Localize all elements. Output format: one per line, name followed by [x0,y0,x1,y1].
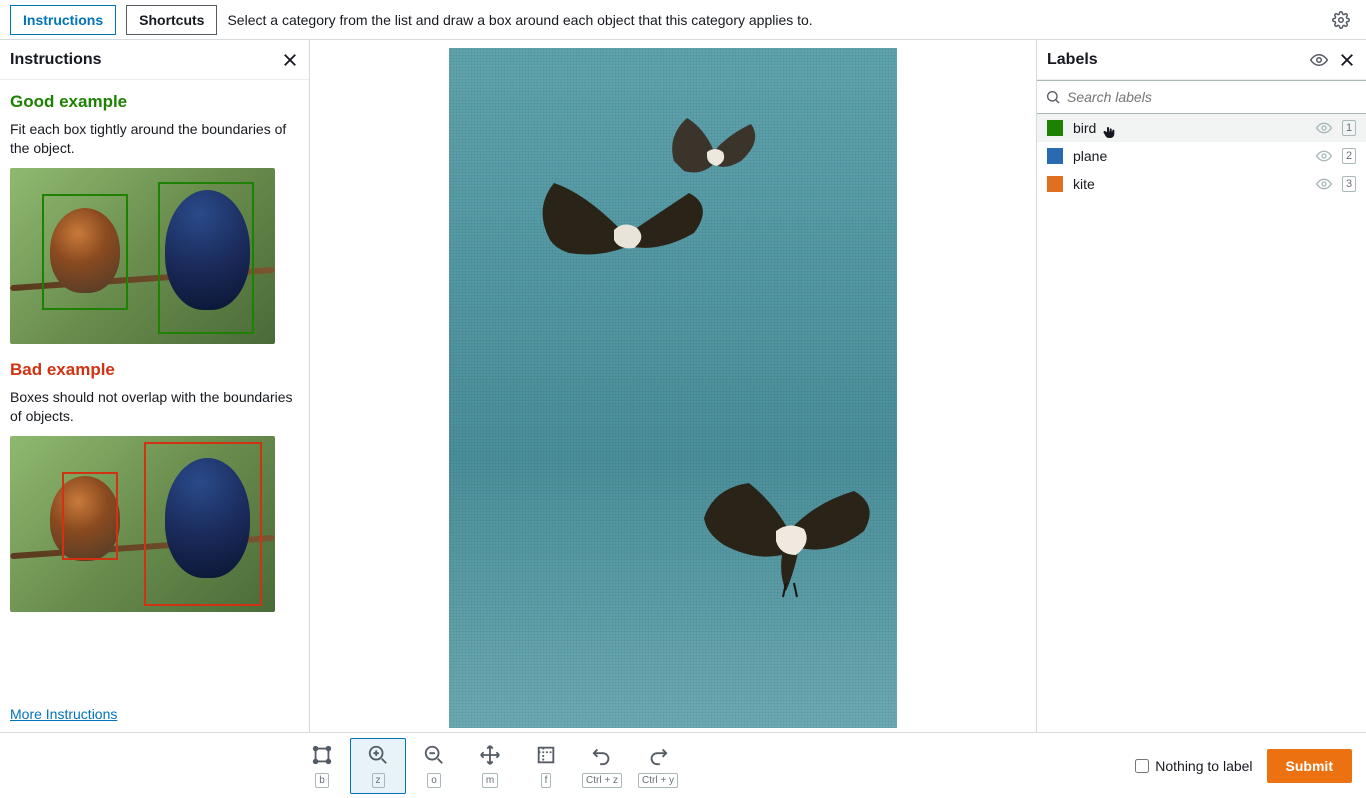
close-icon[interactable] [281,51,299,69]
box-tool[interactable]: b [294,738,350,794]
shortcut-key: 2 [1342,148,1356,164]
bottom-toolbar: b z o m f Ctrl + z Ctrl + y Nothing to label S… [0,732,1366,798]
task-image[interactable] [449,48,897,728]
shortcut-key: Ctrl + z [582,773,622,788]
label-name: plane [1073,148,1306,164]
more-instructions-link[interactable]: More Instructions [0,696,309,732]
redo-icon [647,744,669,769]
nothing-to-label-checkbox[interactable] [1135,759,1149,773]
shortcut-key: o [427,773,441,788]
label-search[interactable] [1037,80,1366,114]
nothing-to-label-text: Nothing to label [1155,758,1252,774]
shortcuts-tab[interactable]: Shortcuts [126,5,217,35]
fit-icon [535,744,557,769]
eye-icon[interactable] [1316,148,1332,164]
close-icon[interactable] [1338,51,1356,69]
main-area: Instructions Good example Fit each box t… [0,40,1366,732]
bad-example-image [10,436,275,612]
labels-list: bird1 plane 2 kite 3 [1037,114,1366,198]
move-icon [479,744,501,769]
submit-button[interactable]: Submit [1267,749,1352,783]
task-prompt: Select a category from the list and draw… [227,12,1322,28]
zoom-in-icon [367,744,389,769]
shortcut-key: b [315,773,329,788]
shortcut-key: Ctrl + y [638,773,678,788]
search-icon [1045,89,1061,105]
label-name: kite [1073,176,1306,192]
zoom-out-icon [423,744,445,769]
undo-tool[interactable]: Ctrl + z [574,738,630,794]
color-swatch [1047,120,1063,136]
color-swatch [1047,148,1063,164]
label-item-plane[interactable]: plane 2 [1037,142,1366,170]
redo-tool[interactable]: Ctrl + y [630,738,686,794]
tool-group: b z o m f Ctrl + z Ctrl + y [294,738,686,794]
undo-icon [591,744,613,769]
label-item-bird[interactable]: bird1 [1037,114,1366,142]
nothing-to-label[interactable]: Nothing to label [1135,758,1252,774]
instructions-panel-title: Instructions [10,51,102,69]
color-swatch [1047,176,1063,192]
zoom-in-tool[interactable]: z [350,738,406,794]
gear-icon[interactable] [1332,11,1350,29]
good-example-image [10,168,275,344]
good-example-text: Fit each box tightly around the boundari… [10,120,299,158]
eye-icon[interactable] [1316,176,1332,192]
bad-example-text: Boxes should not overlap with the bounda… [10,388,299,426]
fit-tool[interactable]: f [518,738,574,794]
labels-panel-title: Labels [1047,51,1300,69]
shortcut-key: z [372,773,385,788]
annotation-canvas[interactable] [310,40,1036,732]
labels-panel: Labels bird1 plane 2 kite 3 [1036,40,1366,732]
bird-in-image [659,106,769,196]
shortcut-key: 1 [1342,120,1356,136]
good-example-heading: Good example [10,92,299,112]
instructions-panel: Instructions Good example Fit each box t… [0,40,310,732]
label-search-input[interactable] [1067,89,1358,105]
instructions-tab[interactable]: Instructions [10,5,116,35]
eye-icon[interactable] [1316,120,1332,136]
move-tool[interactable]: m [462,738,518,794]
label-item-kite[interactable]: kite 3 [1037,170,1366,198]
zoom-out-tool[interactable]: o [406,738,462,794]
shortcut-key: f [541,773,552,788]
top-bar: Instructions Shortcuts Select a category… [0,0,1366,40]
shortcut-key: 3 [1342,176,1356,192]
shortcut-key: m [482,773,498,788]
eye-icon[interactable] [1310,51,1328,69]
box-icon [311,744,333,769]
cursor-icon [1101,124,1117,140]
bad-example-heading: Bad example [10,360,299,380]
bird-in-image [694,463,884,603]
